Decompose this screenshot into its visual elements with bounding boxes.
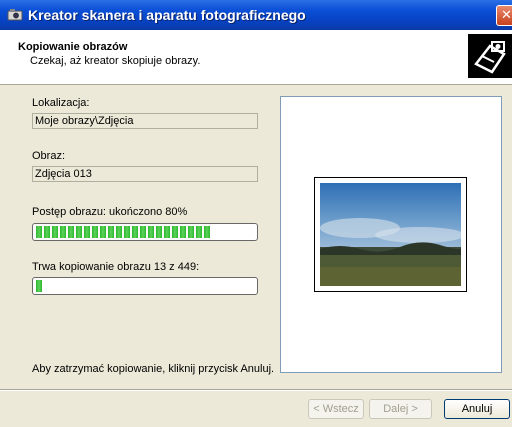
- title-bar[interactable]: Kreator skanera i aparatu fotograficzneg…: [0, 0, 512, 30]
- image-progress-fill: [36, 226, 211, 238]
- page-title: Kopiowanie obrazów: [18, 41, 128, 53]
- image-progress-bar: [32, 223, 258, 241]
- copy-progress-bar: [32, 277, 258, 295]
- copy-progress-label: Trwa kopiowanie obrazu 13 z 449:: [32, 261, 200, 273]
- camera-scanner-icon: [468, 34, 512, 78]
- page-subtitle: Czekaj, aż kreator skopiuje obrazy.: [30, 55, 201, 67]
- scanner-camera-icon: [7, 9, 23, 21]
- image-label: Obraz:: [32, 150, 66, 162]
- location-label: Lokalizacja:: [32, 97, 90, 109]
- footer-divider: [0, 389, 512, 391]
- cancel-button[interactable]: Anuluj: [444, 399, 510, 419]
- wizard-header: Kopiowanie obrazów Czekaj, aż kreator sk…: [0, 30, 512, 85]
- photo-thumbnail-frame: [314, 177, 467, 292]
- image-field: Zdjęcia 013: [32, 166, 258, 182]
- image-progress-label: Postęp obrazu: ukończono 80%: [32, 206, 188, 218]
- window-title: Kreator skanera i aparatu fotograficzneg…: [28, 7, 306, 23]
- location-field: Moje obrazy\Zdjęcia: [32, 113, 258, 129]
- next-button[interactable]: Dalej >: [369, 399, 432, 419]
- close-icon: ✕: [501, 7, 512, 22]
- back-button[interactable]: < Wstecz: [308, 399, 364, 419]
- image-preview-panel: [280, 96, 502, 373]
- photo-thumbnail: [320, 183, 461, 286]
- stop-instructions: Aby zatrzymać kopiowanie, kliknij przyci…: [32, 363, 275, 375]
- copy-progress-fill: [36, 280, 43, 292]
- close-button[interactable]: ✕: [496, 5, 512, 26]
